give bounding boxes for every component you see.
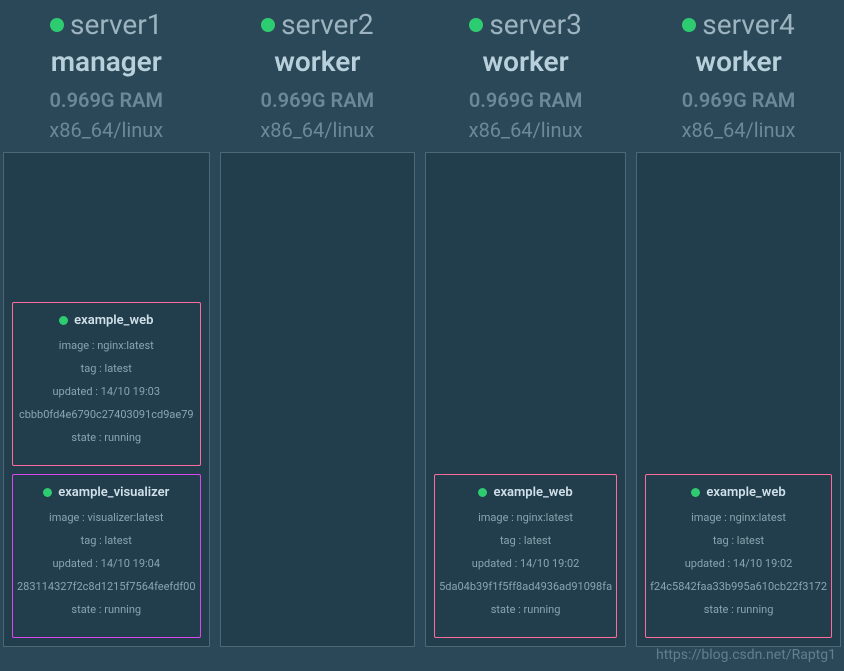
node-arch: x86_64/linux: [220, 118, 416, 142]
node-title-row: server4: [636, 8, 841, 41]
node-column: server1 manager 0.969G RAM x86_64/linuxexam…: [3, 3, 210, 647]
task-name: example_web: [493, 485, 572, 500]
task-tag: tag : latest: [439, 535, 612, 546]
node-title-row: server3: [425, 8, 626, 41]
task-updated: updated : 14/10 19:03: [17, 386, 196, 397]
task-card[interactable]: example_webimage : nginx:latest tag : lat…: [434, 474, 617, 638]
node-title-row: server1: [3, 8, 210, 41]
node-body: example_webimage : nginx:latest tag : lat…: [425, 152, 626, 647]
node-title-row: server2: [220, 8, 416, 41]
node-column: server2 worker 0.969G RAM x86_64/linux: [220, 3, 416, 647]
task-id: 283114327f2c8d1215f7564feefdf00: [17, 581, 196, 592]
status-indicator-icon: [50, 18, 64, 32]
task-status-icon: [691, 488, 700, 497]
node-arch: x86_64/linux: [3, 118, 210, 142]
node-ram: 0.969G RAM: [636, 88, 841, 112]
task-image: image : nginx:latest: [439, 512, 612, 523]
status-indicator-icon: [261, 18, 275, 32]
status-indicator-icon: [682, 18, 696, 32]
task-id: f24c5842faa33b995a610cb22f3172: [650, 581, 827, 592]
node-header: server3 worker 0.969G RAM x86_64/linux: [425, 3, 626, 152]
node-ram: 0.969G RAM: [220, 88, 416, 112]
task-name: example_web: [706, 485, 785, 500]
task-updated: updated : 14/10 19:02: [439, 558, 612, 569]
node-body: [220, 152, 416, 647]
node-role: worker: [425, 45, 626, 78]
task-tag: tag : latest: [17, 363, 196, 374]
node-name: server2: [281, 8, 374, 41]
status-indicator-icon: [469, 18, 483, 32]
task-state: state : running: [650, 604, 827, 615]
task-status-icon: [478, 488, 487, 497]
node-body: example_webimage : nginx:latest tag : lat…: [3, 152, 210, 647]
task-tag: tag : latest: [650, 535, 827, 546]
task-state: state : running: [17, 604, 196, 615]
task-title-row: example_visualizer: [17, 485, 196, 500]
task-name: example_visualizer: [58, 485, 169, 500]
task-image: image : nginx:latest: [17, 340, 196, 351]
task-image: image : visualizer:latest: [17, 512, 196, 523]
task-title-row: example_web: [439, 485, 612, 500]
task-updated: updated : 14/10 19:04: [17, 558, 196, 569]
node-role: worker: [636, 45, 841, 78]
node-column: server3 worker 0.969G RAM x86_64/linuxexamp…: [425, 3, 626, 647]
node-role: worker: [220, 45, 416, 78]
node-body: example_webimage : nginx:latest tag : lat…: [636, 152, 841, 647]
task-image: image : nginx:latest: [650, 512, 827, 523]
task-id: cbbb0fd4e6790c27403091cd9ae79: [17, 409, 196, 420]
swarm-visualizer: server1 manager 0.969G RAM x86_64/linuxexam…: [0, 0, 844, 650]
task-title-row: example_web: [17, 313, 196, 328]
task-status-icon: [43, 488, 52, 497]
node-name: server3: [489, 8, 582, 41]
task-status-icon: [59, 316, 68, 325]
task-updated: updated : 14/10 19:02: [650, 558, 827, 569]
task-state: state : running: [439, 604, 612, 615]
task-card[interactable]: example_webimage : nginx:latest tag : lat…: [12, 302, 201, 466]
node-name: server1: [70, 8, 163, 41]
node-ram: 0.969G RAM: [425, 88, 626, 112]
node-arch: x86_64/linux: [425, 118, 626, 142]
node-arch: x86_64/linux: [636, 118, 841, 142]
task-id: 5da04b39f1f5ff8ad4936ad91098fa: [439, 581, 612, 592]
task-state: state : running: [17, 432, 196, 443]
node-role: manager: [3, 45, 210, 78]
task-card[interactable]: example_visualizerimage : visualizer:lat…: [12, 474, 201, 638]
node-name: server4: [702, 8, 795, 41]
task-tag: tag : latest: [17, 535, 196, 546]
watermark: https://blog.csdn.net/Raptg1: [656, 647, 836, 663]
node-header: server1 manager 0.969G RAM x86_64/linux: [3, 3, 210, 152]
node-header: server2 worker 0.969G RAM x86_64/linux: [220, 3, 416, 152]
task-name: example_web: [74, 313, 153, 328]
task-title-row: example_web: [650, 485, 827, 500]
node-column: server4 worker 0.969G RAM x86_64/linuxexamp…: [636, 3, 841, 647]
node-header: server4 worker 0.969G RAM x86_64/linux: [636, 3, 841, 152]
task-card[interactable]: example_webimage : nginx:latest tag : lat…: [645, 474, 832, 638]
node-ram: 0.969G RAM: [3, 88, 210, 112]
